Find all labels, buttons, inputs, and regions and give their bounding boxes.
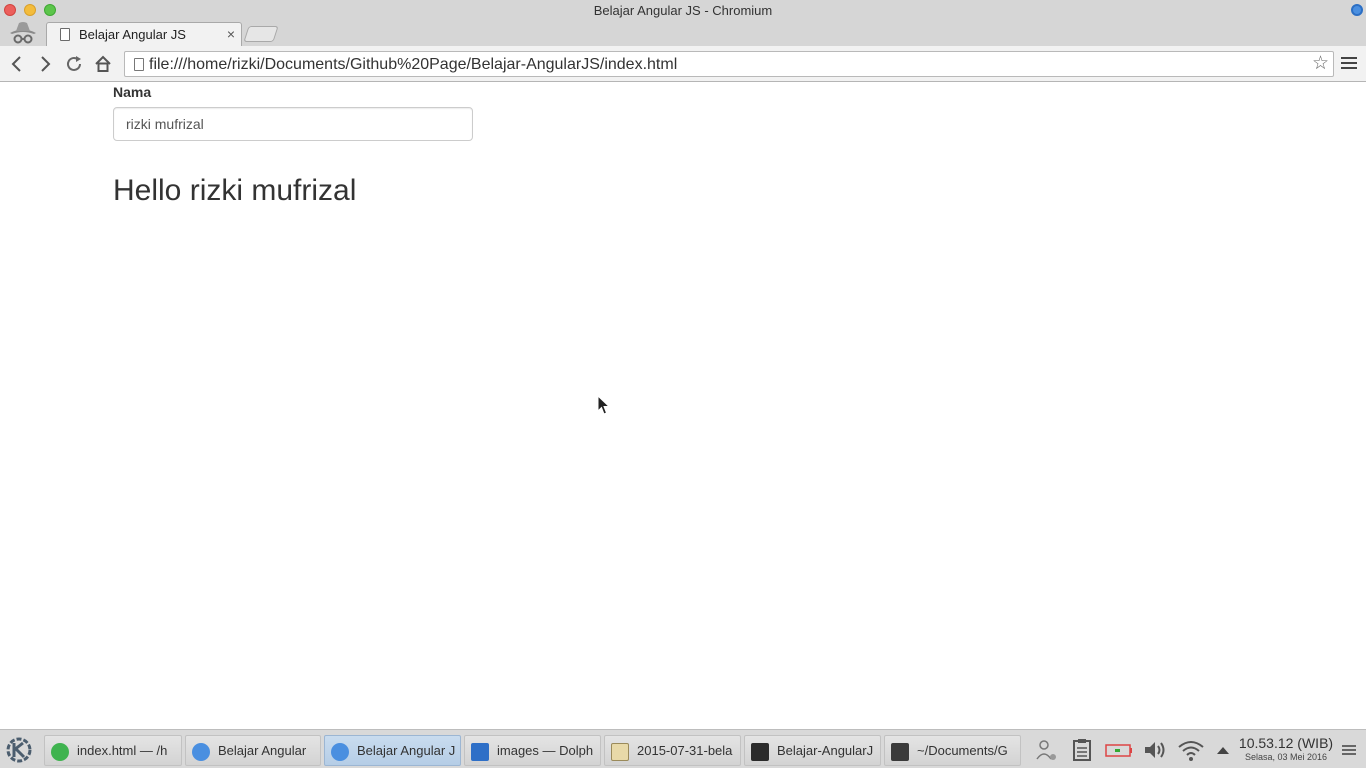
page-icon bbox=[60, 28, 70, 41]
task-chromium-2[interactable]: Belajar Angular J bbox=[324, 735, 461, 766]
volume-icon[interactable] bbox=[1142, 738, 1168, 762]
battery-icon[interactable] bbox=[1104, 738, 1134, 762]
task-chromium-1[interactable]: Belajar Angular bbox=[185, 735, 321, 766]
task-label: Belajar Angular bbox=[218, 743, 307, 758]
nama-input[interactable] bbox=[113, 107, 473, 141]
tab-title: Belajar Angular JS bbox=[79, 27, 186, 42]
task-label: Belajar Angular J bbox=[357, 743, 456, 758]
clipboard-icon[interactable] bbox=[1071, 738, 1093, 762]
task-terminal[interactable]: Belajar-AngularJ bbox=[744, 735, 881, 766]
greeting-heading: Hello rizki mufrizal bbox=[113, 174, 357, 207]
sublime-text-icon bbox=[891, 743, 909, 761]
home-icon[interactable] bbox=[92, 53, 114, 75]
user-icon[interactable] bbox=[1034, 738, 1058, 762]
web-icon bbox=[51, 743, 69, 761]
text-editor-icon bbox=[611, 743, 629, 761]
taskbar: index.html — /h Belajar Angular Belajar … bbox=[0, 729, 1366, 768]
task-label: Belajar-AngularJ bbox=[777, 743, 874, 758]
chromium-icon bbox=[1351, 4, 1363, 16]
kde-launcher-icon[interactable] bbox=[4, 735, 34, 765]
dolphin-icon bbox=[471, 743, 489, 761]
bookmark-star-icon[interactable]: ☆ bbox=[1312, 53, 1329, 75]
browser-toolbar: file:///home/rizki/Documents/Github%20Pa… bbox=[0, 46, 1366, 82]
clock[interactable]: 10.53.12 (WIB) Selasa, 03 Mei 2016 bbox=[1236, 735, 1336, 762]
chromium-icon bbox=[331, 743, 349, 761]
wifi-icon[interactable] bbox=[1177, 738, 1205, 762]
task-sublime-text[interactable]: ~/Documents/G bbox=[884, 735, 1021, 766]
window-title: Belajar Angular JS - Chromium bbox=[593, 3, 773, 18]
window-titlebar: Belajar Angular JS - Chromium bbox=[0, 0, 1366, 20]
page-content: Nama Hello rizki mufrizal bbox=[0, 82, 1366, 729]
task-index-html[interactable]: index.html — /h bbox=[44, 735, 182, 766]
page-icon bbox=[134, 58, 144, 71]
task-text-editor[interactable]: 2015-07-31-bela bbox=[604, 735, 741, 766]
task-dolphin[interactable]: images — Dolph bbox=[464, 735, 601, 766]
clock-date: Selasa, 03 Mei 2016 bbox=[1244, 752, 1328, 762]
address-bar[interactable]: file:///home/rizki/Documents/Github%20Pa… bbox=[124, 51, 1334, 77]
forward-icon[interactable] bbox=[34, 53, 56, 75]
task-label: index.html — /h bbox=[77, 743, 168, 758]
new-tab-button[interactable] bbox=[243, 26, 279, 42]
panel-menu-icon[interactable] bbox=[1342, 743, 1356, 755]
tab-close-icon[interactable]: × bbox=[227, 26, 235, 42]
back-icon[interactable] bbox=[6, 53, 28, 75]
chromium-icon bbox=[192, 743, 210, 761]
terminal-icon bbox=[751, 743, 769, 761]
task-label: 2015-07-31-bela bbox=[637, 743, 733, 758]
nama-label: Nama bbox=[113, 84, 152, 100]
task-label: ~/Documents/G bbox=[917, 743, 1008, 758]
incognito-icon bbox=[10, 22, 36, 44]
chevron-up-icon[interactable] bbox=[1214, 738, 1232, 762]
browser-menu-icon[interactable] bbox=[1341, 54, 1357, 74]
clock-time: 10.53.12 (WIB) bbox=[1238, 735, 1334, 751]
task-label: images — Dolph bbox=[497, 743, 594, 758]
mouse-cursor-icon bbox=[597, 395, 611, 415]
tab-belajar-angular[interactable]: Belajar Angular JS × bbox=[46, 22, 242, 46]
reload-icon[interactable] bbox=[63, 53, 85, 75]
tab-strip: Belajar Angular JS × bbox=[0, 20, 1366, 46]
url-text[interactable]: file:///home/rizki/Documents/Github%20Pa… bbox=[149, 56, 677, 74]
